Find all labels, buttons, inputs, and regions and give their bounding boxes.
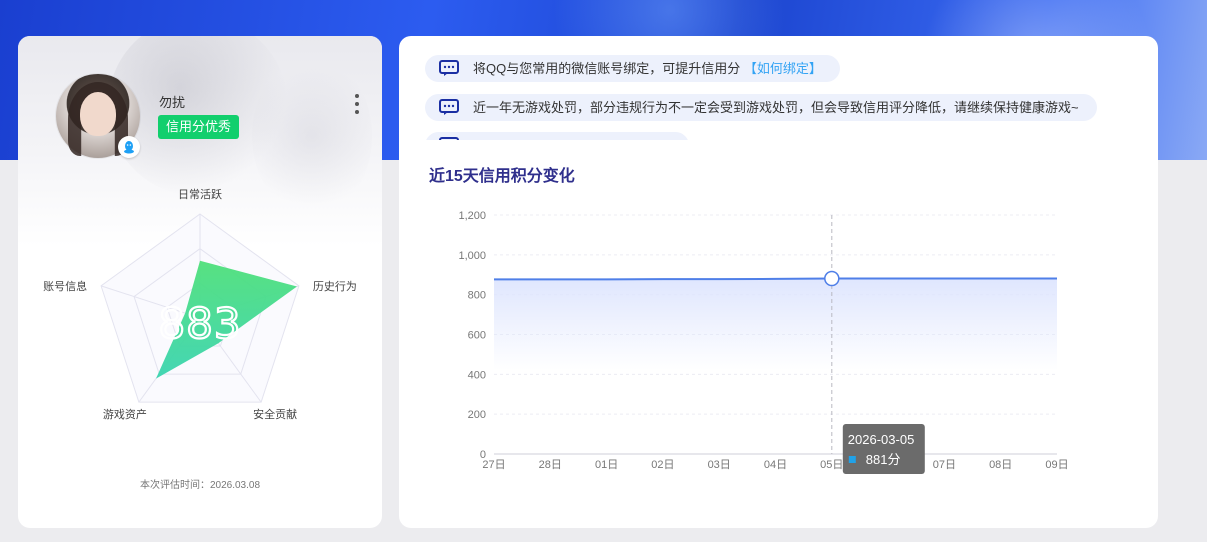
radar-axis-label: 安全贡献 <box>253 407 297 421</box>
radar-axis-label: 历史行为 <box>313 280 357 293</box>
y-tick-label: 1,200 <box>458 210 486 222</box>
x-tick-label: 27日 <box>482 459 505 471</box>
how-to-bind-link[interactable]: 【如何绑定】 <box>744 61 822 76</box>
notice-item: 近一年无游戏处罚，部分违规行为不一定会受到游戏处罚，但会导致信用评分降低，请继续… <box>425 94 1097 121</box>
radar-axis-label: 账号信息 <box>43 279 87 293</box>
credit-detail-card: 将QQ与您常用的微信账号绑定，可提升信用分 【如何绑定】 近一年无游戏处罚，部分… <box>399 36 1158 528</box>
tooltip-series-marker <box>848 456 856 463</box>
profile-card: 勿扰 信用分优秀 883 日常活跃历史行为安全贡献 游戏资产 账号信息 本次评估时间：… <box>18 36 382 528</box>
tooltip-date: 2026-03-05 <box>848 432 915 447</box>
tooltip-value: 881分 <box>866 452 901 467</box>
evaluation-time: 本次评估时间：2026.03.08 <box>139 480 261 491</box>
message-icon <box>439 99 459 115</box>
y-tick-label: 800 <box>468 290 486 302</box>
message-icon <box>439 137 459 140</box>
credit-radar-chart: 883 日常活跃历史行为安全贡献 游戏资产 账号信息 <box>18 176 382 466</box>
notice-text: 将QQ与您常用的微信账号绑定，可提升信用分 <box>473 61 741 76</box>
credit-score-value: 883 <box>158 299 241 348</box>
credit-score-chart[interactable]: 0 200 400 600 800 1,000 1,200 27日 28日 01日 02日 03日 04… <box>399 196 1158 486</box>
y-tick-label: 600 <box>468 330 486 342</box>
x-tick-label: 01日 <box>595 459 618 471</box>
chart-title: 近15天信用积分变化 <box>429 168 575 185</box>
x-tick-label: 08日 <box>989 459 1012 471</box>
y-tick-label: 200 <box>468 409 486 421</box>
x-tick-label: 04日 <box>764 459 787 471</box>
area-fill <box>494 278 1057 371</box>
data-point-highlight <box>824 270 840 287</box>
notice-text: 近一年无游戏处罚，部分违规行为不一定会受到游戏处罚，但会导致信用评分降低，请继续… <box>473 100 1079 115</box>
qq-penguin-icon <box>118 136 140 158</box>
notice-item-partial <box>425 132 689 140</box>
nickname: 勿扰 <box>159 95 186 110</box>
more-options-icon[interactable] <box>352 94 362 114</box>
x-tick-label: 28日 <box>539 459 562 471</box>
notice-item: 将QQ与您常用的微信账号绑定，可提升信用分 【如何绑定】 <box>425 55 840 82</box>
radar-axis-label: 日常活跃 <box>178 187 222 201</box>
credit-level-badge: 信用分优秀 <box>158 115 240 139</box>
x-tick-label: 03日 <box>708 459 731 471</box>
message-icon <box>439 60 459 76</box>
series-line <box>494 277 1057 281</box>
radar-axis-label: 游戏资产 <box>103 407 147 421</box>
x-tick-label: 07日 <box>933 459 956 471</box>
x-tick-label: 05日 <box>820 459 843 471</box>
x-tick-label: 02日 <box>651 459 674 471</box>
y-tick-label: 400 <box>468 369 486 381</box>
x-tick-label: 09日 <box>1045 459 1068 471</box>
y-tick-label: 1,000 <box>458 250 486 262</box>
notice-list: 将QQ与您常用的微信账号绑定，可提升信用分 【如何绑定】 近一年无游戏处罚，部分… <box>399 36 1158 140</box>
